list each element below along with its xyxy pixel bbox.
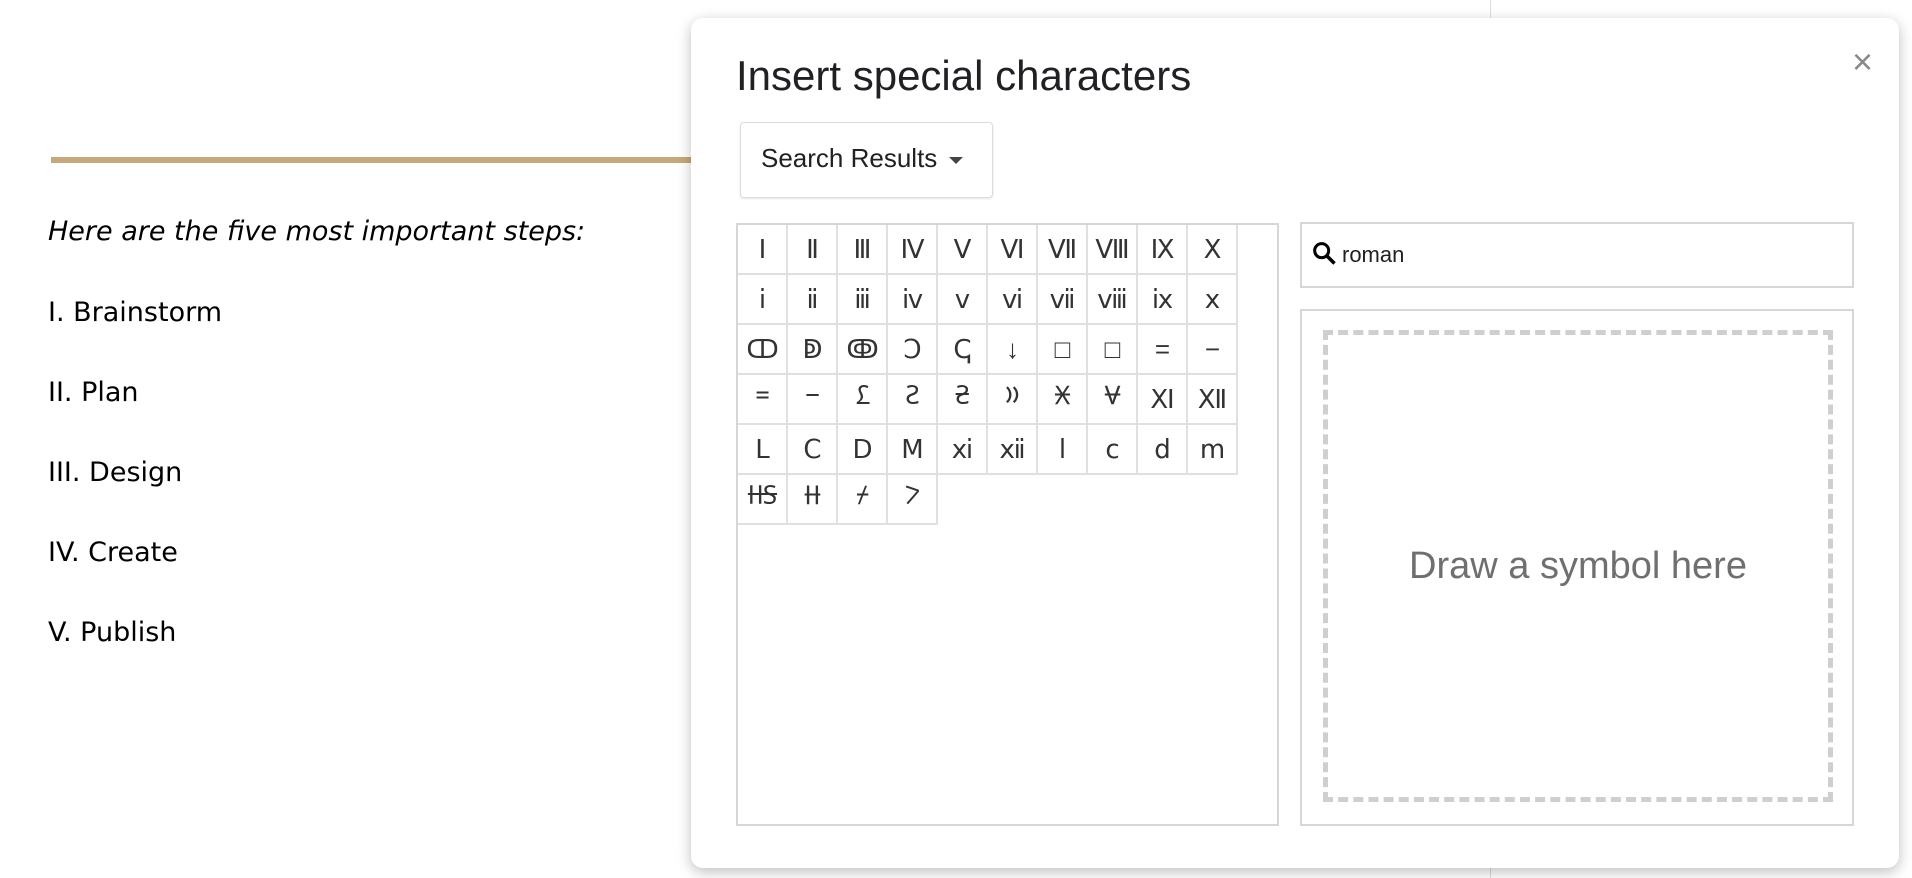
character-cell[interactable]: ⅴ — [938, 275, 988, 325]
character-cell[interactable]: ⅻ — [988, 425, 1038, 475]
character-cell[interactable]: − — [1188, 325, 1238, 375]
search-box[interactable] — [1300, 222, 1854, 288]
character-cell[interactable]: ⅾ — [1138, 425, 1188, 475]
character-cell[interactable]: ⅹ — [1188, 275, 1238, 325]
character-cell[interactable]: Ⅶ — [1038, 225, 1088, 275]
close-icon[interactable]: × — [1852, 44, 1873, 80]
character-cell[interactable]: □ — [1038, 325, 1088, 375]
chevron-down-icon — [949, 156, 964, 164]
character-cell[interactable]: Ⅺ — [1138, 375, 1188, 425]
character-cell[interactable]: ⅽ — [1088, 425, 1138, 475]
character-cell[interactable]: Ⅿ — [888, 425, 938, 475]
character-cell[interactable]: ⅳ — [888, 275, 938, 325]
character-cell[interactable]: 𐆖 — [1038, 375, 1088, 425]
character-cell[interactable]: 𐆓 — [888, 375, 938, 425]
dialog-title: Insert special characters — [736, 52, 1192, 99]
character-cell[interactable]: 𐆗 — [1088, 375, 1138, 425]
list-item: II. Plan — [48, 377, 139, 408]
character-cell[interactable]: Ⅳ — [888, 225, 938, 275]
character-cell[interactable]: ⅷ — [1088, 275, 1138, 325]
character-cell[interactable]: Ⅽ — [788, 425, 838, 475]
character-cell[interactable]: 𐆒 — [838, 375, 888, 425]
character-cell[interactable]: 𐆚 — [838, 475, 888, 525]
draw-area[interactable]: Draw a symbol here — [1323, 330, 1833, 802]
character-cell[interactable]: Ⅰ — [738, 225, 788, 275]
character-cell[interactable]: Ⅴ — [938, 225, 988, 275]
character-cell[interactable]: 𐆘 — [738, 475, 788, 525]
character-cell[interactable]: ↅ — [938, 325, 988, 375]
character-cell[interactable]: ⅿ — [1188, 425, 1238, 475]
category-dropdown[interactable]: Search Results — [740, 122, 993, 198]
character-cell[interactable]: Ⅱ — [788, 225, 838, 275]
character-cell[interactable]: ⅱ — [788, 275, 838, 325]
search-icon — [1310, 239, 1338, 272]
search-input[interactable] — [1342, 242, 1842, 268]
character-cell[interactable]: ⅺ — [938, 425, 988, 475]
character-cell[interactable]: = — [1138, 325, 1188, 375]
character-cell[interactable]: ⅶ — [1038, 275, 1088, 325]
character-cell[interactable]: Ⅸ — [1138, 225, 1188, 275]
character-cell[interactable]: 𐆑 — [788, 375, 838, 425]
character-cell[interactable]: ↓ — [988, 325, 1038, 375]
character-cell[interactable]: 𐆐 — [738, 375, 788, 425]
character-cell[interactable]: 𐆙 — [788, 475, 838, 525]
character-grid: Ⅰ Ⅱ Ⅲ Ⅳ Ⅴ Ⅵ Ⅶ Ⅷ Ⅸ Ⅹⅰ ⅱ ⅲ ⅳ ⅴ ⅵ ⅶ ⅷ ⅸ ⅹ ↀ ↁ ↂ Ↄ ↅ ↓ □ □ = − 𐆐 𐆑 𐆒 𐆓 𐆔 𐆕 𐆖 𐆗 Ⅺ Ⅻ… — [736, 223, 1279, 826]
character-cell[interactable]: Ⅲ — [838, 225, 888, 275]
character-cell[interactable]: Ↄ — [888, 325, 938, 375]
character-cell[interactable]: □ — [1088, 325, 1138, 375]
list-item: IV. Create — [48, 537, 178, 568]
character-cell[interactable]: ↀ — [738, 325, 788, 375]
character-cell[interactable]: ⅵ — [988, 275, 1038, 325]
character-cell[interactable]: ⅰ — [738, 275, 788, 325]
character-cell[interactable]: ⅲ — [838, 275, 888, 325]
character-cell[interactable]: Ⅼ — [738, 425, 788, 475]
category-label: Search Results — [761, 143, 938, 173]
character-cell[interactable]: Ⅵ — [988, 225, 1038, 275]
draw-placeholder: Draw a symbol here — [1409, 544, 1747, 587]
character-cell[interactable]: Ⅹ — [1188, 225, 1238, 275]
character-cell[interactable]: Ⅾ — [838, 425, 888, 475]
character-cell[interactable]: ⅸ — [1138, 275, 1188, 325]
character-cell[interactable]: 𐆕 — [988, 375, 1038, 425]
character-cell[interactable]: ⅼ — [1038, 425, 1088, 475]
character-cell[interactable]: 𐆔 — [938, 375, 988, 425]
character-cell[interactable]: 𐆛 — [888, 475, 938, 525]
list-item: III. Design — [48, 457, 183, 488]
insert-special-characters-dialog: Insert special characters × Search Resul… — [691, 18, 1899, 868]
list-item: V. Publish — [48, 617, 177, 648]
draw-panel[interactable]: Draw a symbol here — [1300, 309, 1854, 826]
character-cell[interactable]: ↂ — [838, 325, 888, 375]
character-cell[interactable]: ↁ — [788, 325, 838, 375]
list-item: I. Brainstorm — [48, 297, 223, 328]
character-cell[interactable]: Ⅷ — [1088, 225, 1138, 275]
horizontal-rule — [51, 157, 701, 163]
document-intro: Here are the five most important steps: — [48, 216, 586, 247]
character-cell[interactable]: Ⅻ — [1188, 375, 1238, 425]
